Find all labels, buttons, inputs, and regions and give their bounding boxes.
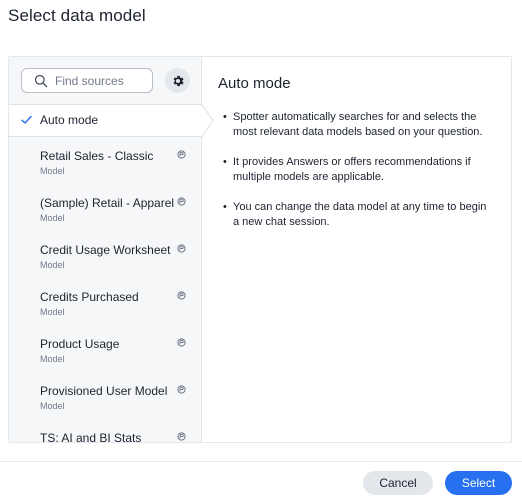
select-button[interactable]: Select <box>445 471 512 495</box>
sidebar-item-model[interactable]: Credit Usage Worksheet Model <box>9 243 201 290</box>
model-name: Provisioned User Model <box>40 384 168 398</box>
sidebar-item-model[interactable]: Retail Sales - Classic Model <box>9 149 201 196</box>
model-name: Credit Usage Worksheet <box>40 243 171 257</box>
model-name: Product Usage <box>40 337 120 351</box>
sidebar-item-auto-mode[interactable]: Auto mode <box>9 104 214 137</box>
detail-bullets: Spotter automatically searches for and s… <box>223 110 493 245</box>
check-icon <box>21 115 32 124</box>
data-model-panel: Retail Sales - ClassicModel(Sample) Reta… <box>8 56 512 443</box>
model-type: Model <box>40 260 65 270</box>
detail-pane: Auto mode Spotter automatically searches… <box>203 57 511 442</box>
model-name: (Sample) Retail - Apparel <box>40 196 175 210</box>
sidebar-item-model[interactable]: TS: AI and BI StatsModel <box>9 431 201 442</box>
detail-bullet: You can change the data model at any tim… <box>223 200 493 230</box>
sidebar-item-model[interactable]: Product Usage Model <box>9 337 201 384</box>
model-type: Model <box>40 166 65 176</box>
gear-icon <box>173 75 184 86</box>
dialog-title: Select data model <box>8 6 146 25</box>
model-type: Model <box>40 307 65 317</box>
sidebar-item-model[interactable]: Credits Purchased Model <box>9 290 201 337</box>
model-name: Retail Sales - Classic <box>40 149 154 163</box>
model-icon <box>177 338 186 347</box>
model-name: Credits Purchased <box>40 290 139 304</box>
search-icon <box>34 74 48 88</box>
sidebar-item-model[interactable]: (Sample) Retail - Apparel Model <box>9 196 201 243</box>
detail-title: Auto mode <box>218 75 291 92</box>
model-icon <box>177 150 186 159</box>
sidebar-item-model[interactable]: Provisioned User Model Model <box>9 384 201 431</box>
model-icon <box>177 197 186 206</box>
model-type: Model <box>40 401 65 411</box>
footer-divider <box>0 461 522 462</box>
model-icon <box>177 244 186 253</box>
search-box[interactable] <box>21 68 153 93</box>
model-icon <box>177 385 186 394</box>
detail-bullet: It provides Answers or offers recommenda… <box>223 155 493 185</box>
model-icon <box>177 432 186 441</box>
sidebar-item-label: Auto mode <box>40 113 99 127</box>
model-type: Model <box>40 354 65 364</box>
search-input[interactable] <box>55 72 149 90</box>
model-icon <box>177 291 186 300</box>
model-type: Model <box>40 213 65 223</box>
model-name: TS: AI and BI Stats <box>40 431 142 442</box>
detail-bullet: Spotter automatically searches for and s… <box>223 110 493 140</box>
settings-button[interactable] <box>165 68 190 93</box>
cancel-button[interactable]: Cancel <box>363 471 433 495</box>
